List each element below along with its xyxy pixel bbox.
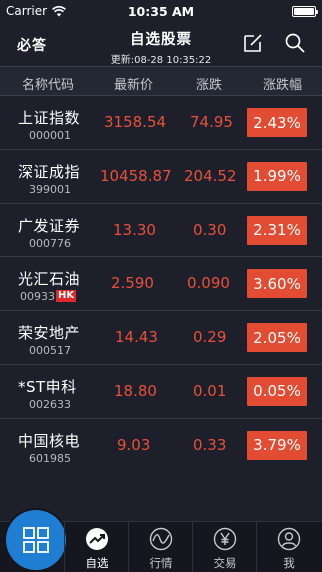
stock-code: 601985 (29, 451, 71, 465)
stock-list: 上证指数 000001 3158.54 74.95 2.43% 深证成指 399… (0, 96, 322, 473)
column-change[interactable]: 涨跌 (196, 74, 222, 93)
stock-name: 深证成指 (18, 162, 81, 181)
search-icon[interactable] (284, 32, 306, 54)
stock-pct[interactable]: 3.60% (247, 269, 307, 299)
stock-code: 00933 (20, 290, 55, 304)
stock-code: 000517 (29, 344, 71, 358)
stock-name: *ST申科 (18, 377, 77, 396)
column-pct[interactable]: 涨跌幅 (263, 74, 302, 93)
status-right (292, 5, 318, 17)
tab-watchlist[interactable]: 自选 (64, 522, 128, 572)
grid-icon (23, 527, 49, 553)
stock-pct[interactable]: 0.05% (247, 376, 307, 406)
stock-change: 0.30 (193, 220, 227, 239)
column-name[interactable]: 名称代码 (22, 74, 74, 93)
update-time: 更新:08-28 10:35:22 (110, 55, 212, 66)
stock-change: 0.01 (193, 381, 227, 400)
stock-price: 10458.87 (100, 166, 172, 185)
nav-bar: 必答 自选股票 更新:08-28 10:35:22 (0, 22, 322, 66)
stock-price: 14.43 (115, 328, 158, 347)
battery-fill (294, 7, 314, 15)
wave-icon (149, 527, 173, 551)
nav-title-group: 自选股票 更新:08-28 10:35:22 (90, 28, 232, 66)
column-header: 名称代码 最新价 涨跌 涨跌幅 (0, 66, 322, 96)
stock-name: 广发证券 (18, 216, 81, 235)
stock-row[interactable]: *ST申科 002633 18.80 0.01 0.05% (0, 365, 322, 419)
tab-label: 交易 (213, 556, 237, 570)
stock-code: 000001 (29, 129, 71, 142)
stock-price: 3158.54 (104, 113, 167, 131)
column-price[interactable]: 最新价 (114, 74, 153, 93)
stock-pct[interactable]: 2.05% (247, 323, 307, 353)
stock-code: 000776 (29, 236, 71, 250)
stock-pct[interactable]: 2.31% (247, 215, 307, 245)
tab-me[interactable]: 我 (256, 522, 322, 572)
stock-price: 13.30 (113, 220, 156, 239)
stock-row[interactable]: 上证指数 000001 3158.54 74.95 2.43% (0, 96, 322, 150)
trend-icon (86, 528, 108, 550)
status-bar: Carrier 10:35 AM (0, 0, 322, 22)
stock-code: 002633 (29, 397, 71, 411)
stock-name: 光汇石油 (18, 270, 81, 289)
page-title: 自选股票 (130, 32, 192, 48)
stock-pct[interactable]: 3.79% (247, 430, 307, 460)
stock-row[interactable]: 中国核电 601985 9.03 0.33 3.79% (0, 419, 322, 473)
status-time: 10:35 AM (127, 3, 195, 19)
stock-pct[interactable]: 1.99% (247, 161, 307, 191)
stock-change: 0.29 (193, 328, 227, 347)
hk-badge: HK (56, 290, 77, 303)
tab-label: 自选 (85, 556, 109, 570)
stock-price: 18.80 (114, 381, 157, 400)
stock-name: 中国核电 (18, 431, 81, 450)
tab-trade[interactable]: 交易 (192, 522, 256, 572)
stock-code: 399001 (29, 182, 71, 196)
brand-label[interactable]: 必答 (17, 35, 47, 55)
stock-row[interactable]: 荣安地产 000517 14.43 0.29 2.05% (0, 311, 322, 365)
tab-label: 行情 (149, 556, 173, 570)
tab-label: 我 (283, 556, 295, 570)
stock-change: 204.52 (184, 166, 237, 185)
stock-row[interactable]: 广发证券 000776 13.30 0.30 2.31% (0, 204, 322, 258)
stock-change: 74.95 (190, 113, 233, 131)
tab-market[interactable]: 行情 (128, 522, 192, 572)
stock-row[interactable]: 深证成指 399001 10458.87 204.52 1.99% (0, 150, 322, 204)
stock-change: 0.33 (193, 435, 227, 454)
stock-name: 荣安地产 (18, 324, 81, 343)
yen-icon (213, 527, 237, 551)
menu-fab-button[interactable] (6, 510, 66, 570)
stock-change: 0.090 (187, 274, 230, 293)
user-icon (277, 527, 301, 551)
tab-bar: 自选 行情 交易 我 (0, 510, 322, 572)
stock-row[interactable]: 光汇石油 00933 HK 2.590 0.090 3.60% (0, 257, 322, 312)
stock-price: 2.590 (111, 274, 154, 293)
stock-price: 9.03 (117, 435, 151, 454)
stock-name: 上证指数 (18, 109, 81, 127)
stock-pct[interactable]: 2.43% (247, 108, 307, 137)
edit-icon[interactable] (242, 32, 264, 54)
battery-icon (292, 5, 318, 17)
